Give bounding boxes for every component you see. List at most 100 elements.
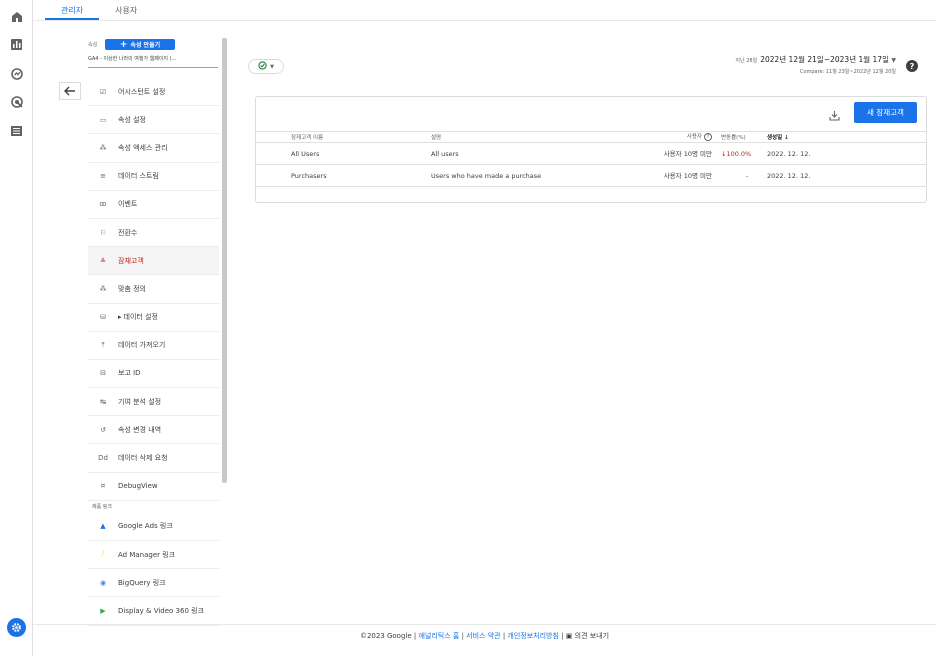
menu-item-label: 데이터 설정 [123,313,158,322]
menu-item[interactable]: ⤒ 데이터 가져오기 [88,332,219,360]
privacy-link[interactable]: 개인정보처리방침 [507,632,559,640]
menu-item-label: 데이터 스트림 [118,172,159,181]
audience-created: 2022. 12. 12. [767,149,811,158]
help-circle-icon[interactable]: ? [704,133,712,141]
header-description[interactable]: 설명 [431,133,441,141]
create-property-button[interactable]: + 속성 만들기 [105,39,175,50]
menu-item[interactable]: ⁂ 속성 액세스 관리 [88,134,219,163]
top-tabs: 관리자 사용자 [45,0,153,20]
date-range-text: 2022년 12월 21일~2023년 1월 17일 [760,55,889,64]
tab-admin[interactable]: 관리자 [45,0,100,20]
terms-link[interactable]: 서비스 약관 [466,632,500,640]
audience-users: 사용자 10명 미만 [663,149,712,158]
menu-item-label: 데이터 가져오기 [118,341,166,350]
menu-item[interactable]: ↺ 속성 변경 내역 [88,416,219,445]
advertising-icon[interactable] [8,93,25,110]
menu-item[interactable]: ⊟ 보고 ID [88,360,219,389]
menu-item[interactable]: ≗ 잠재고객 [88,247,219,276]
menu-item[interactable]: ꝏ 이벤트 [88,191,219,219]
date-dropdown-icon: ▼ [891,57,896,64]
footer: ©2023 Google | 애널리틱스 홈 | 서비스 약관 | 개인정보처리… [359,632,610,640]
data-stream-icon: ≡ [100,172,106,181]
audience-name[interactable]: All Users [291,150,319,158]
google-ads-icon: ▲ [100,522,106,531]
configure-icon[interactable] [8,122,25,139]
menu-item-label: 맞춤 정의 [118,284,146,293]
header-created[interactable]: 생성일 ↓ [767,133,789,141]
menu-item[interactable]: Dd 데이터 삭제 요청 [88,444,219,473]
menu-item[interactable]: ¤ DebugView [88,473,219,501]
menu-item[interactable]: ⚐ 전환수 [88,219,219,248]
menu-scrollbar[interactable] [222,38,227,483]
header-name[interactable]: 잠재고객 이름 [291,133,323,141]
menu-item-label: 속성 설정 [118,115,146,124]
property-menu: ☑ 어시스턴트 설정 ▭ 속성 설정 ⁂ 속성 액세스 관리 ≡ 데이터 스트림 ꝏ 이벤트 ⚐ 전환… [88,78,219,626]
date-compare-text: Compare: 11월 23일~2022년 12월 20일 [799,69,896,75]
menu-item-label: Google Ads 링크 [118,522,173,531]
chevron-down-icon: ▼ [270,63,274,70]
property-selector[interactable]: GA4 - 이상한 나라의 여행가 웹페이지 (... [88,55,218,68]
audience-change: - [746,172,748,180]
table-row[interactable]: All Users All users 사용자 10명 미만 ↓100.0% 2022.… [256,143,926,165]
header-users-label: 사용자 [686,134,702,140]
data-quality-chip[interactable]: ▼ [248,59,284,74]
menu-item[interactable]: ↹ 기여 분석 설정 [88,388,219,417]
menu-item-label: 이벤트 [118,200,138,209]
header-change[interactable]: 변동률(%) [721,133,746,141]
menu-item[interactable]: ⁂ 맞춤 정의 [88,275,219,304]
menu-item[interactable]: ☑ 어시스턴트 설정 [88,78,219,107]
menu-item[interactable]: ▶ Display & Video 360 링크 [88,597,219,626]
menu-item[interactable]: ⧸ Ad Manager 링크 [88,541,219,570]
tab-user[interactable]: 사용자 [99,0,153,20]
menu-item[interactable]: ◉ BigQuery 링크 [88,569,219,598]
event-icon: ꝏ [99,200,107,209]
help-icon[interactable]: ? [906,60,918,72]
audience-icon: ≗ [100,256,106,265]
menu-item[interactable]: ⛁ ▸ 데이터 설정 [88,304,219,332]
explore-icon[interactable] [8,65,25,82]
menu-item[interactable]: ≡ 데이터 스트림 [88,163,219,191]
download-icon[interactable] [829,106,840,125]
menu-item-label: 전환수 [118,228,138,237]
home-icon[interactable] [8,8,25,25]
menu-item-label: 데이터 삭제 요청 [118,454,168,463]
menu-item[interactable]: ▭ 속성 설정 [88,106,219,135]
sort-arrow-down-icon: ↓ [784,135,789,141]
display-video-icon: ▶ [100,606,106,615]
copyright-text: ©2023 Google | [359,632,419,640]
date-range-selector[interactable]: 지난 28일 2022년 12월 21일~2023년 1월 17일 ▼ Compa… [735,54,896,75]
history-icon: ↺ [100,425,106,434]
property-label: 속성 [88,42,98,48]
menu-item-label: 속성 변경 내역 [118,425,162,434]
audiences-table: 잠재고객 이름 설명 사용자? 변동률(%) 생성일 ↓ All Users Al… [256,131,926,187]
database-icon: ⛁ [100,313,106,322]
audience-name[interactable]: Purchasers [291,172,327,180]
audience-change-value: 100.0% [726,149,752,158]
menu-item-label: 기여 분석 설정 [118,397,162,406]
audience-change-value: - [746,171,749,180]
table-header-row: 잠재고객 이름 설명 사용자? 변동률(%) 생성일 ↓ [256,131,926,143]
reporting-id-icon: ⊟ [100,369,106,378]
people-icon: ⁂ [99,143,107,152]
audience-users: 사용자 10명 미만 [663,171,712,180]
property-settings-icon: ▭ [99,115,107,124]
admin-gear-icon[interactable] [7,618,26,637]
menu-item-label: 잠재고객 [118,256,144,265]
analytics-home-link[interactable]: 애널리틱스 홈 [418,632,459,640]
create-property-label: 속성 만들기 [130,42,161,49]
menu-item[interactable]: ▲ Google Ads 링크 [88,513,219,541]
menu-item-label: 어시스턴트 설정 [118,87,166,96]
header-created-label: 생성일 [767,135,783,141]
back-arrow-icon[interactable] [59,82,81,100]
feedback-link[interactable]: 의견 보내기 [575,632,609,640]
footer-divider [33,624,936,625]
ad-manager-icon: ⧸ [101,550,105,559]
new-audience-button[interactable]: 새 잠재고객 [854,102,917,123]
audience-created: 2022. 12. 12. [767,171,811,180]
table-row[interactable]: Purchasers Users who have made a purchase… [256,165,926,187]
reports-icon[interactable] [8,36,25,53]
tab-divider [33,20,936,21]
check-circle-icon [258,61,267,72]
header-users[interactable]: 사용자? [687,133,712,141]
menu-item-label: BigQuery 링크 [118,578,166,587]
